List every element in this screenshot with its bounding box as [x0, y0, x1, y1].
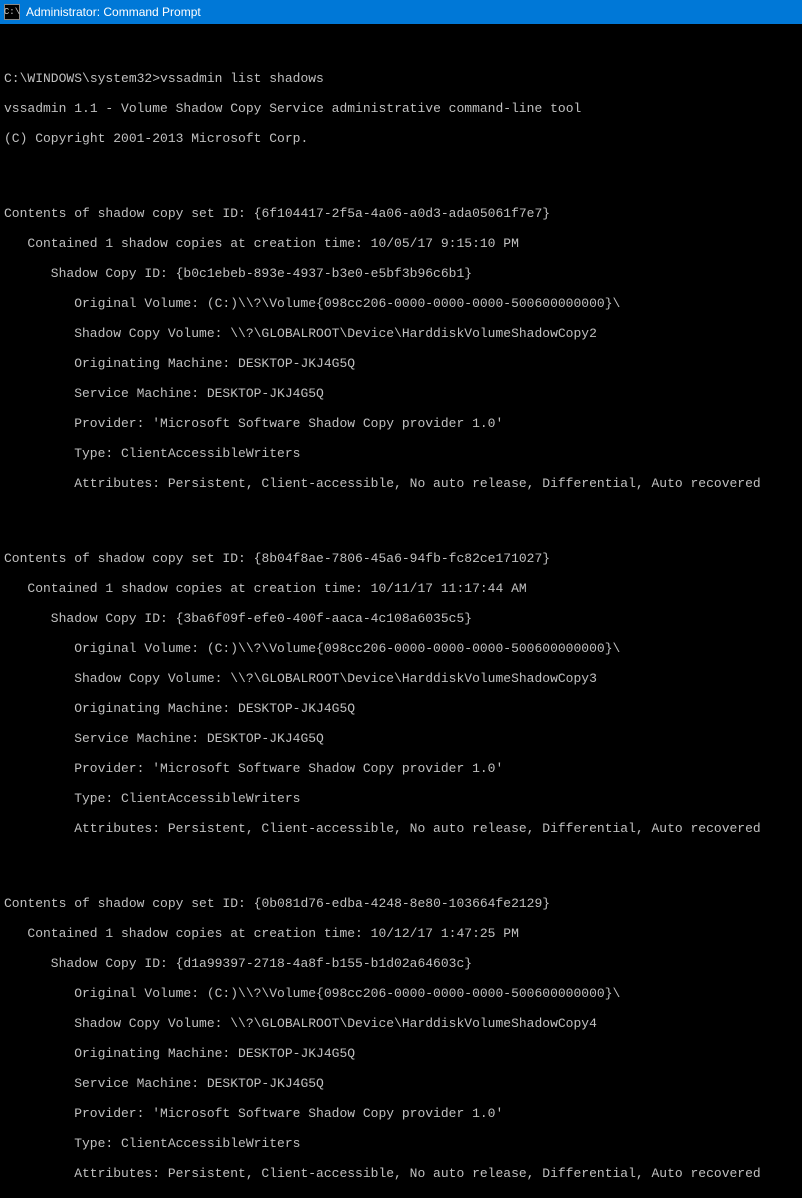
service-machine-line: Service Machine: DESKTOP-JKJ4G5Q	[4, 1076, 798, 1091]
attributes-line: Attributes: Persistent, Client-accessibl…	[4, 476, 798, 491]
original-volume-line: Original Volume: (C:)\\?\Volume{098cc206…	[4, 296, 798, 311]
window-titlebar[interactable]: C:\ Administrator: Command Prompt	[0, 0, 802, 24]
originating-machine-line: Originating Machine: DESKTOP-JKJ4G5Q	[4, 356, 798, 371]
shadow-volume-line: Shadow Copy Volume: \\?\GLOBALROOT\Devic…	[4, 671, 798, 686]
contained-line: Contained 1 shadow copies at creation ti…	[4, 581, 798, 596]
blank-line	[4, 161, 798, 176]
contained-line: Contained 1 shadow copies at creation ti…	[4, 926, 798, 941]
window-title: Administrator: Command Prompt	[26, 5, 201, 19]
prompt-path: C:\WINDOWS\system32>	[4, 71, 160, 86]
shadow-volume-line: Shadow Copy Volume: \\?\GLOBALROOT\Devic…	[4, 326, 798, 341]
blank-line	[4, 506, 798, 521]
blank-line	[4, 851, 798, 866]
contained-line: Contained 1 shadow copies at creation ti…	[4, 236, 798, 251]
type-line: Type: ClientAccessibleWriters	[4, 446, 798, 461]
terminal-output[interactable]: C:\WINDOWS\system32>vssadmin list shadow…	[0, 24, 802, 1198]
originating-machine-line: Originating Machine: DESKTOP-JKJ4G5Q	[4, 701, 798, 716]
service-machine-line: Service Machine: DESKTOP-JKJ4G5Q	[4, 386, 798, 401]
type-line: Type: ClientAccessibleWriters	[4, 1136, 798, 1151]
copy-id-line: Shadow Copy ID: {3ba6f09f-efe0-400f-aaca…	[4, 611, 798, 626]
original-volume-line: Original Volume: (C:)\\?\Volume{098cc206…	[4, 986, 798, 1001]
attributes-line: Attributes: Persistent, Client-accessibl…	[4, 1166, 798, 1181]
header-line: vssadmin 1.1 - Volume Shadow Copy Servic…	[4, 101, 798, 116]
originating-machine-line: Originating Machine: DESKTOP-JKJ4G5Q	[4, 1046, 798, 1061]
set-id-line: Contents of shadow copy set ID: {8b04f8a…	[4, 551, 798, 566]
cmd-icon: C:\	[4, 4, 20, 20]
attributes-line: Attributes: Persistent, Client-accessibl…	[4, 821, 798, 836]
type-line: Type: ClientAccessibleWriters	[4, 791, 798, 806]
command-text: vssadmin list shadows	[160, 71, 324, 86]
service-machine-line: Service Machine: DESKTOP-JKJ4G5Q	[4, 731, 798, 746]
provider-line: Provider: 'Microsoft Software Shadow Cop…	[4, 1106, 798, 1121]
provider-line: Provider: 'Microsoft Software Shadow Cop…	[4, 761, 798, 776]
provider-line: Provider: 'Microsoft Software Shadow Cop…	[4, 416, 798, 431]
shadow-volume-line: Shadow Copy Volume: \\?\GLOBALROOT\Devic…	[4, 1016, 798, 1031]
copy-id-line: Shadow Copy ID: {b0c1ebeb-893e-4937-b3e0…	[4, 266, 798, 281]
copyright-line: (C) Copyright 2001-2013 Microsoft Corp.	[4, 131, 798, 146]
blank-line	[4, 41, 798, 56]
set-id-line: Contents of shadow copy set ID: {6f10441…	[4, 206, 798, 221]
prompt-line: C:\WINDOWS\system32>vssadmin list shadow…	[4, 71, 798, 86]
set-id-line: Contents of shadow copy set ID: {0b081d7…	[4, 896, 798, 911]
copy-id-line: Shadow Copy ID: {d1a99397-2718-4a8f-b155…	[4, 956, 798, 971]
original-volume-line: Original Volume: (C:)\\?\Volume{098cc206…	[4, 641, 798, 656]
